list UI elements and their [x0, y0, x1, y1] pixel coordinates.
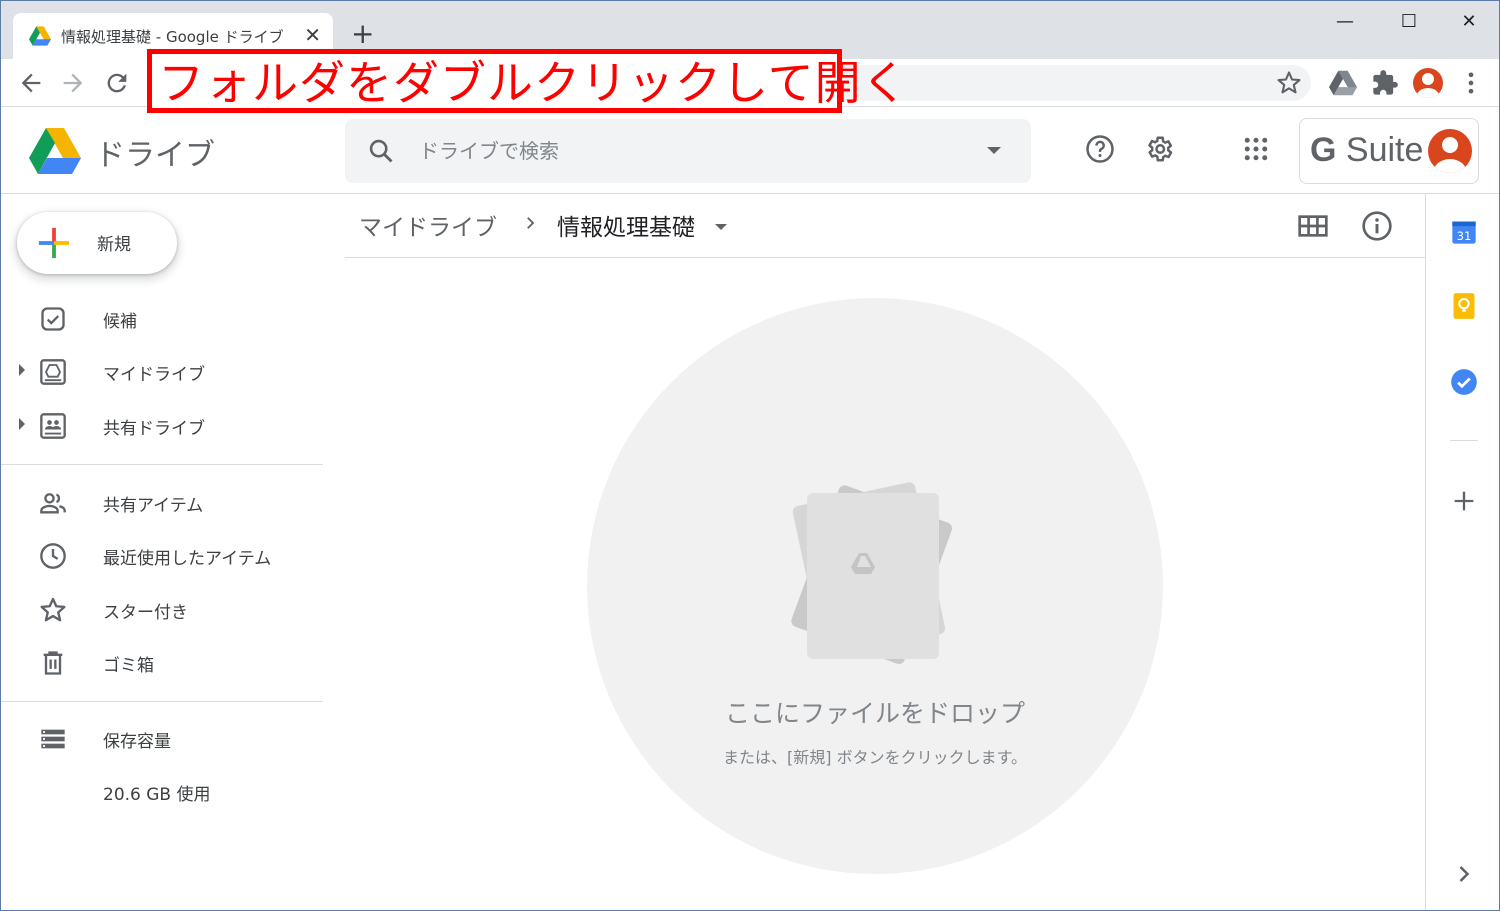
expand-caret-icon[interactable]	[19, 364, 25, 376]
sidebar-item-trash[interactable]: ゴミ箱	[1, 639, 323, 685]
sidebar-divider	[1, 701, 323, 702]
person-icon	[1416, 73, 1440, 98]
sidebar-item-suggested[interactable]: 候補	[1, 295, 323, 341]
app-name[interactable]: ドライブ	[95, 130, 215, 174]
maximize-button[interactable]: ☐	[1389, 11, 1429, 35]
browser-window: 情報処理基礎 - Google ドライブ ✕ + — ☐ ✕ フォルダをダブルク…	[0, 0, 1500, 911]
folder-menu-dropdown-icon[interactable]	[715, 224, 727, 230]
sidebar-item-label: 共有アイテム	[103, 496, 204, 516]
close-window-button[interactable]: ✕	[1449, 11, 1489, 35]
sidebar-item-label: マイドライブ	[103, 365, 205, 385]
chevron-right-icon	[527, 217, 535, 229]
back-arrow-icon[interactable]	[17, 69, 45, 97]
breadcrumb-my-drive[interactable]: マイドライブ	[359, 208, 497, 242]
side-panel-divider	[1450, 440, 1478, 441]
empty-folder-illustration-icon	[791, 482, 953, 665]
search-options-dropdown-icon[interactable]	[987, 147, 1001, 154]
sidebar-item-label: ゴミ箱	[103, 656, 154, 676]
annotation-text: フォルダをダブルクリックして開く	[158, 56, 909, 110]
drive-logo-icon[interactable]	[29, 128, 81, 174]
star-icon	[40, 597, 66, 622]
storage-usage-text: 20.6 GB 使用	[103, 785, 211, 805]
sidebar-item-label: スター付き	[103, 603, 188, 623]
sidebar-item-label: 候補	[103, 312, 137, 332]
drive-extension-icon[interactable]	[1329, 69, 1357, 97]
grid-view-icon[interactable]	[1297, 210, 1329, 242]
tab-close-icon[interactable]: ✕	[304, 23, 321, 47]
profile-avatar[interactable]	[1413, 68, 1443, 98]
plus-icon	[38, 227, 70, 259]
sidebar-item-storage[interactable]: 保存容量	[1, 715, 323, 761]
reload-icon[interactable]	[103, 69, 131, 97]
drive-favicon-icon	[29, 26, 51, 46]
my-drive-icon	[40, 359, 66, 385]
clock-icon	[40, 543, 66, 569]
empty-drop-zone[interactable]: ここにファイルをドロップ または、[新規] ボタンをクリックします。	[587, 298, 1163, 874]
expand-caret-icon[interactable]	[19, 418, 25, 430]
search-icon[interactable]	[367, 137, 395, 165]
gsuite-g: G	[1310, 131, 1337, 169]
add-addon-plus-icon[interactable]	[1450, 487, 1478, 515]
extensions-puzzle-icon[interactable]	[1371, 69, 1399, 97]
search-input[interactable]	[419, 119, 959, 183]
info-icon[interactable]	[1361, 210, 1393, 242]
sidebar-item-shared-with-me[interactable]: 共有アイテム	[1, 479, 323, 525]
main-divider	[345, 257, 1425, 258]
minimize-button[interactable]: —	[1325, 11, 1365, 35]
new-tab-button[interactable]: +	[351, 19, 374, 49]
account-avatar[interactable]	[1428, 129, 1472, 173]
forward-arrow-icon[interactable]	[59, 69, 87, 97]
help-icon[interactable]	[1085, 134, 1115, 164]
new-button[interactable]: 新規	[17, 212, 177, 274]
calendar-icon[interactable]: 31	[1450, 218, 1478, 246]
empty-state-subtitle: または、[新規] ボタンをクリックします。	[723, 748, 1027, 767]
breadcrumb-current-folder[interactable]: 情報処理基礎	[557, 208, 695, 242]
new-button-label: 新規	[97, 235, 131, 255]
tasks-icon[interactable]	[1450, 368, 1478, 396]
shared-with-me-icon	[40, 493, 66, 514]
calendar-day: 31	[1457, 229, 1472, 243]
shared-drives-icon	[40, 413, 66, 439]
trash-icon	[43, 651, 63, 675]
gsuite-suite: Suite	[1345, 131, 1424, 169]
main-content: マイドライブ 情報処理基礎 ここにファイルをドロップ または、[新規] ボタンを…	[345, 194, 1425, 910]
sidebar-item-label: 最近使用したアイテム	[103, 549, 272, 569]
empty-state-title: ここにファイルをドロップ	[724, 699, 1025, 728]
keep-icon[interactable]	[1450, 292, 1478, 320]
annotation-callout: フォルダをダブルクリックして開く	[147, 49, 908, 113]
sidebar-item-label: 保存容量	[103, 732, 171, 752]
search-bar	[345, 119, 1031, 183]
sidebar-item-recent[interactable]: 最近使用したアイテム	[1, 532, 323, 578]
suggested-icon	[41, 307, 65, 331]
storage-icon	[41, 729, 65, 749]
sidebar-item-starred[interactable]: スター付き	[1, 586, 323, 632]
tab-title: 情報処理基礎 - Google ドライブ	[61, 28, 284, 46]
gsuite-label: G Suite	[1310, 131, 1423, 170]
account-switcher[interactable]: G Suite	[1299, 118, 1479, 184]
chrome-menu-icon[interactable]	[1457, 69, 1485, 97]
sidebar-item-shared-drives[interactable]: 共有ドライブ	[1, 402, 323, 448]
person-icon	[1433, 137, 1467, 173]
sidebar: 新規 候補 マイドライブ 共有ドライブ 共有アイテム 最近使用したアイテム スタ…	[1, 194, 331, 910]
drive-header: ドライブ G Suite	[1, 108, 1499, 194]
chevron-right-icon[interactable]	[1450, 860, 1478, 888]
sidebar-item-my-drive[interactable]: マイドライブ	[1, 348, 323, 394]
settings-gear-icon[interactable]	[1144, 134, 1174, 164]
apps-grid-icon[interactable]	[1241, 134, 1271, 164]
sidebar-item-label: 共有ドライブ	[103, 419, 205, 439]
bookmark-star-icon[interactable]	[1275, 69, 1303, 97]
sidebar-divider	[1, 464, 323, 465]
side-panel: 31	[1425, 194, 1499, 910]
